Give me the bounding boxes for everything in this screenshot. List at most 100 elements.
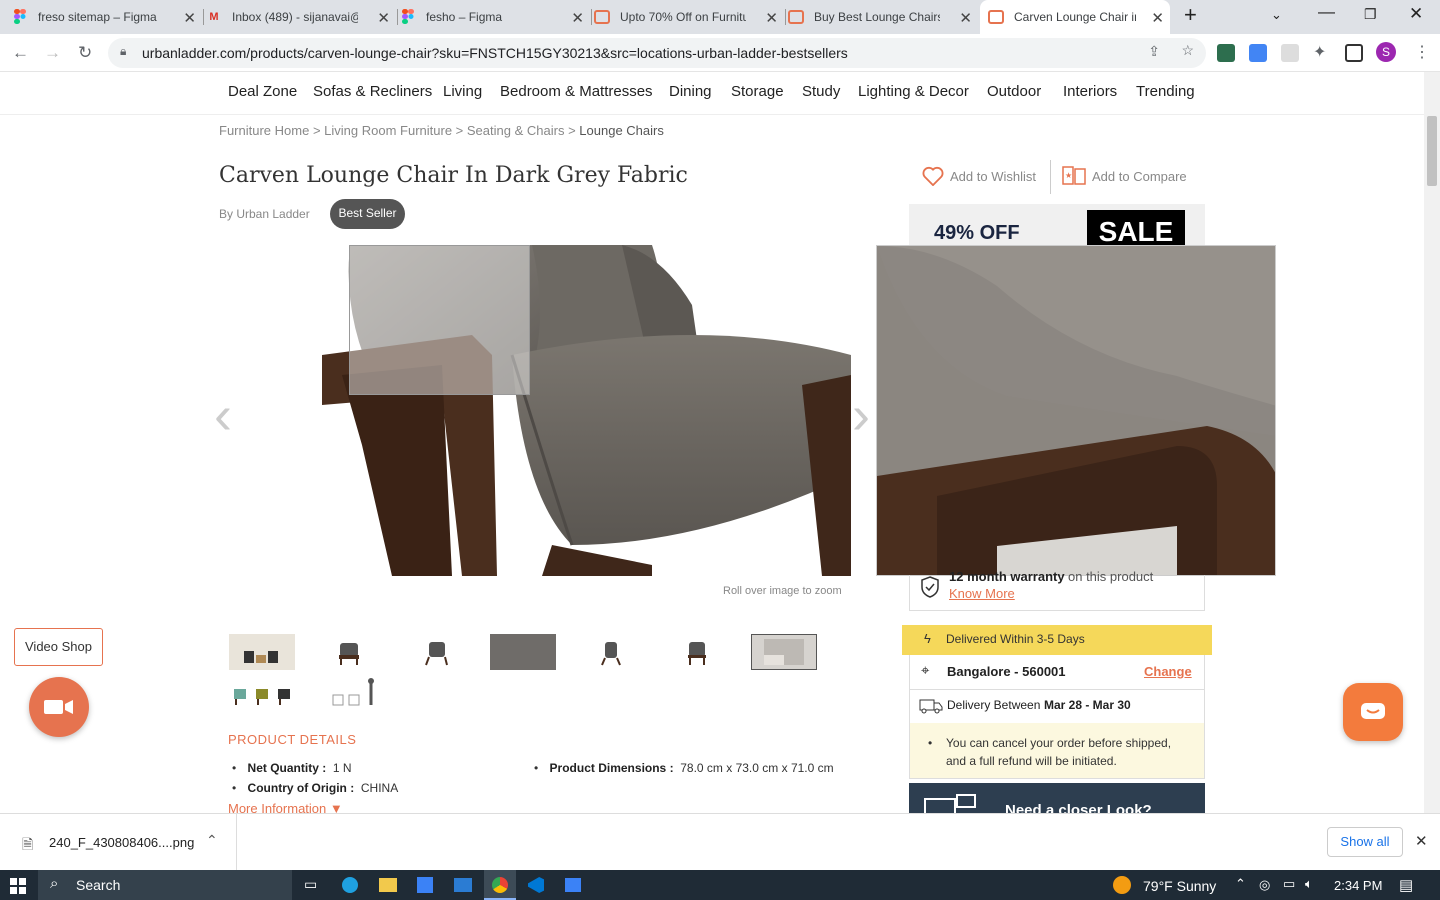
minimize-icon[interactable]: — bbox=[1318, 2, 1335, 22]
nav-sofas[interactable]: Sofas & Recliners bbox=[313, 83, 432, 100]
nav-dining[interactable]: Dining bbox=[669, 83, 712, 100]
extension-icon[interactable] bbox=[1281, 44, 1299, 62]
photos-icon[interactable] bbox=[565, 878, 581, 892]
show-all-downloads-button[interactable]: Show all bbox=[1327, 827, 1403, 857]
thumbnail[interactable] bbox=[490, 634, 556, 670]
svg-text:★: ★ bbox=[1065, 171, 1072, 180]
thumbnail[interactable] bbox=[403, 634, 469, 670]
nav-trending[interactable]: Trending bbox=[1136, 83, 1195, 100]
change-pincode-link[interactable]: Change bbox=[1144, 664, 1192, 679]
nav-bedroom[interactable]: Bedroom & Mattresses bbox=[500, 83, 653, 100]
restore-icon[interactable]: ❐ bbox=[1364, 6, 1377, 23]
nav-study[interactable]: Study bbox=[802, 83, 840, 100]
reload-icon[interactable]: ↻ bbox=[78, 43, 92, 63]
vscode-icon[interactable] bbox=[528, 877, 544, 893]
bookmark-star-icon[interactable]: ☆ bbox=[1181, 42, 1194, 59]
zoom-preview-panel bbox=[876, 245, 1276, 576]
close-window-icon[interactable]: ✕ bbox=[1409, 4, 1423, 24]
windows-taskbar: ⌕ Search ▭ 79°F Sunny ⌃ ◎ ▭ 🔈︎ 2:34 PM ▤ bbox=[0, 870, 1440, 900]
video-shop-button[interactable] bbox=[29, 677, 89, 737]
brand-byline[interactable]: By Urban Ladder bbox=[219, 207, 310, 221]
breadcrumb-link[interactable]: Furniture Home bbox=[219, 123, 309, 138]
add-to-wishlist-button[interactable]: Add to Wishlist bbox=[922, 166, 1036, 186]
edge-icon[interactable] bbox=[342, 877, 358, 893]
browser-tab-active[interactable]: Carven Lounge Chair in Dark Grey ✕ bbox=[980, 0, 1170, 34]
menu-kebab-icon[interactable]: ⋮ bbox=[1414, 42, 1430, 62]
taskbar-search[interactable]: ⌕ Search bbox=[38, 870, 292, 900]
add-to-compare-button[interactable]: ★ Add to Compare bbox=[1062, 166, 1187, 186]
nav-deal-zone[interactable]: Deal Zone bbox=[228, 83, 297, 100]
weather-text[interactable]: 79°F Sunny bbox=[1143, 878, 1216, 894]
video-call-icon bbox=[924, 794, 976, 813]
close-tab-icon[interactable]: ✕ bbox=[571, 9, 584, 27]
side-panel-icon[interactable] bbox=[1345, 44, 1363, 62]
browser-tab[interactable]: Buy Best Lounge Chairs Online ✕ bbox=[788, 0, 978, 34]
extension-icon[interactable] bbox=[1249, 44, 1267, 62]
new-tab-icon[interactable]: + bbox=[1184, 2, 1197, 28]
close-tab-icon[interactable]: ✕ bbox=[959, 9, 972, 27]
gmail-icon: M bbox=[209, 11, 219, 23]
browser-tab[interactable]: Upto 70% Off on Furniture ✕ bbox=[594, 0, 784, 34]
know-more-link[interactable]: Know More bbox=[949, 586, 1015, 601]
notifications-icon[interactable]: ▤ bbox=[1399, 876, 1413, 894]
volume-icon[interactable]: 🔈︎ bbox=[1305, 876, 1313, 892]
close-tab-icon[interactable]: ✕ bbox=[765, 9, 778, 27]
close-tab-icon[interactable]: ✕ bbox=[183, 9, 196, 27]
figma-icon bbox=[400, 9, 416, 25]
nav-lighting[interactable]: Lighting & Decor bbox=[858, 83, 969, 100]
close-downloads-icon[interactable]: ✕ bbox=[1415, 832, 1428, 850]
thumbnail-selected[interactable] bbox=[751, 634, 817, 670]
address-bar[interactable]: 🔒︎ urbanladder.com/products/carven-loung… bbox=[108, 38, 1206, 68]
prev-image-arrow[interactable]: ‹ bbox=[214, 388, 232, 442]
thumbnail-dimensions[interactable] bbox=[316, 676, 382, 712]
thumbnail[interactable] bbox=[664, 634, 730, 670]
nav-living[interactable]: Living bbox=[443, 83, 482, 100]
clock[interactable]: 2:34 PM bbox=[1334, 878, 1382, 893]
forward-icon[interactable]: → bbox=[44, 43, 61, 63]
network-icon[interactable]: ▭ bbox=[1283, 876, 1295, 892]
breadcrumb-link[interactable]: Seating & Chairs bbox=[467, 123, 565, 138]
store-icon[interactable] bbox=[417, 877, 433, 893]
spec-dimensions: Product Dimensions : 78.0 cm x 73.0 cm x… bbox=[534, 761, 834, 775]
mail-icon[interactable] bbox=[454, 878, 472, 892]
chat-icon bbox=[1361, 703, 1385, 719]
puzzle-icon[interactable]: ✦ bbox=[1313, 42, 1331, 61]
chat-button[interactable] bbox=[1343, 683, 1403, 741]
thumbnail[interactable] bbox=[229, 676, 295, 712]
extension-icon[interactable] bbox=[1217, 44, 1235, 62]
download-item[interactable]: 240_F_430808406....png bbox=[49, 835, 194, 850]
tab-search-icon[interactable]: ⌄ bbox=[1271, 7, 1282, 23]
browser-tab[interactable]: M Inbox (489) - sijanavai@gmail.com ✕ bbox=[206, 0, 396, 34]
best-seller-badge: Best Seller bbox=[330, 199, 405, 229]
file-explorer-icon[interactable] bbox=[379, 878, 397, 892]
thumbnail[interactable] bbox=[229, 634, 295, 670]
browser-tab-strip: freso sitemap – Figma ✕ M Inbox (489) - … bbox=[0, 0, 1440, 34]
back-icon[interactable]: ← bbox=[12, 43, 29, 63]
chevron-up-icon[interactable]: ⌃ bbox=[206, 832, 218, 849]
nav-interiors[interactable]: Interiors bbox=[1063, 83, 1117, 100]
windows-start-icon[interactable] bbox=[10, 878, 26, 894]
breadcrumb-link[interactable]: Living Room Furniture bbox=[324, 123, 452, 138]
sale-promo-banner[interactable]: 49% OFF SALE bbox=[909, 204, 1205, 245]
task-view-icon[interactable]: ▭ bbox=[304, 876, 317, 893]
browser-tab[interactable]: fesho – Figma ✕ bbox=[400, 0, 590, 34]
next-image-arrow[interactable]: › bbox=[852, 388, 870, 442]
camera-icon[interactable]: ◎ bbox=[1259, 877, 1270, 893]
delivery-banner: ϟ Delivered Within 3-5 Days bbox=[902, 625, 1212, 655]
product-main-image[interactable] bbox=[322, 245, 851, 576]
thumbnail[interactable] bbox=[316, 634, 382, 670]
nav-outdoor[interactable]: Outdoor bbox=[987, 83, 1041, 100]
chevron-up-icon[interactable]: ⌃ bbox=[1235, 876, 1246, 892]
profile-avatar[interactable]: S bbox=[1376, 42, 1396, 62]
scrollbar-thumb[interactable] bbox=[1427, 116, 1437, 186]
thumbnail[interactable] bbox=[577, 634, 643, 670]
browser-tab[interactable]: freso sitemap – Figma ✕ bbox=[12, 0, 202, 34]
closer-look-banner[interactable]: Need a closer Look? bbox=[909, 783, 1205, 813]
chrome-taskbar-button[interactable] bbox=[484, 870, 516, 900]
close-tab-icon[interactable]: ✕ bbox=[377, 9, 390, 27]
close-tab-icon[interactable]: ✕ bbox=[1151, 9, 1164, 27]
share-icon[interactable]: ⇪ bbox=[1148, 43, 1160, 60]
nav-storage[interactable]: Storage bbox=[731, 83, 784, 100]
cancel-note: • You can cancel your order before shipp… bbox=[910, 723, 1204, 778]
video-shop-label[interactable]: Video Shop bbox=[14, 628, 103, 666]
